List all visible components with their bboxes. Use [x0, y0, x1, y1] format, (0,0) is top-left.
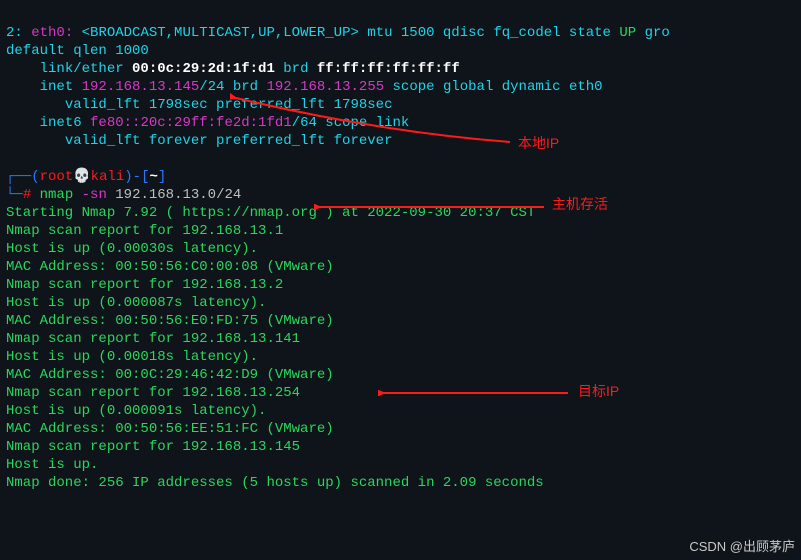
nmap-mac-1: MAC Address: 00:50:56:C0:00:08 (VMware): [6, 259, 334, 275]
nmap-up-5: Host is up.: [6, 457, 98, 473]
nmap-up-4: Host is up (0.000091s latency).: [6, 403, 266, 419]
link-label: link/ether: [40, 61, 124, 77]
prompt-hash: #: [23, 187, 31, 203]
inet-prefix: /24: [199, 79, 224, 95]
brd-mac: ff:ff:ff:ff:ff:ff: [317, 61, 460, 77]
inet-brd: 192.168.13.255: [267, 79, 385, 95]
inet6-addr: fe80::20c:29ff:fe2d:1fd1: [90, 115, 292, 131]
nmap-report-2: Nmap scan report for 192.168.13.2: [6, 277, 283, 293]
nmap-up-2: Host is up (0.000087s latency).: [6, 295, 266, 311]
inet6-valid: valid_lft forever preferred_lft forever: [65, 133, 393, 149]
nmap-up-1: Host is up (0.00030s latency).: [6, 241, 258, 257]
terminal-output[interactable]: 2: eth0: <BROADCAST,MULTICAST,UP,LOWER_U…: [6, 6, 797, 492]
state-up: UP: [619, 25, 636, 41]
watermark: CSDN @出顾茅庐: [689, 538, 795, 556]
iface-name: eth0:: [31, 25, 73, 41]
nmap-report-4: Nmap scan report for 192.168.13.254: [6, 385, 300, 401]
nmap-report-1: Nmap scan report for 192.168.13.1: [6, 223, 283, 239]
prompt-rp: )-[: [124, 169, 149, 185]
iface-index: 2:: [6, 25, 23, 41]
prompt-lp: (: [31, 169, 39, 185]
nmap-done: Nmap done: 256 IP addresses (5 hosts up)…: [6, 475, 544, 491]
nmap-report-5: Nmap scan report for 192.168.13.145: [6, 439, 300, 455]
inet6-prefix: /64: [292, 115, 317, 131]
skull-icon: 💀: [73, 169, 90, 185]
cmd-binary: nmap: [40, 187, 74, 203]
inet-addr: 192.168.13.145: [82, 79, 200, 95]
gro: gro: [645, 25, 670, 41]
inet-scope: scope global dynamic eth0: [393, 79, 603, 95]
nmap-mac-3: MAC Address: 00:0C:29:46:42:D9 (VMware): [6, 367, 334, 383]
nmap-mac-4: MAC Address: 00:50:56:EE:51:FC (VMware): [6, 421, 334, 437]
brd-label: brd: [283, 61, 308, 77]
qlen: default qlen 1000: [6, 43, 149, 59]
prompt-user: root: [40, 169, 74, 185]
mtu-etc: mtu 1500 qdisc fq_codel state: [367, 25, 611, 41]
inet-label: inet: [40, 79, 74, 95]
inet6-label: inet6: [40, 115, 82, 131]
prompt-cwd: ~: [150, 169, 158, 185]
cmd-arg: 192.168.13.0/24: [115, 187, 241, 203]
prompt-rb: ]: [158, 169, 166, 185]
inet-brd-label: brd: [233, 79, 258, 95]
nmap-up-3: Host is up (0.00018s latency).: [6, 349, 258, 365]
nmap-report-3: Nmap scan report for 192.168.13.141: [6, 331, 300, 347]
iface-flags: <BROADCAST,MULTICAST,UP,LOWER_UP>: [82, 25, 359, 41]
nmap-start: Starting Nmap 7.92 ( https://nmap.org ) …: [6, 205, 535, 221]
cmd-option: -sn: [82, 187, 107, 203]
mac: 00:0c:29:2d:1f:d1: [132, 61, 275, 77]
inet-valid: valid_lft 1798sec preferred_lft 1798sec: [65, 97, 393, 113]
nmap-mac-2: MAC Address: 00:50:56:E0:FD:75 (VMware): [6, 313, 334, 329]
prompt-host: kali: [91, 169, 125, 185]
inet6-scope: scope link: [325, 115, 409, 131]
